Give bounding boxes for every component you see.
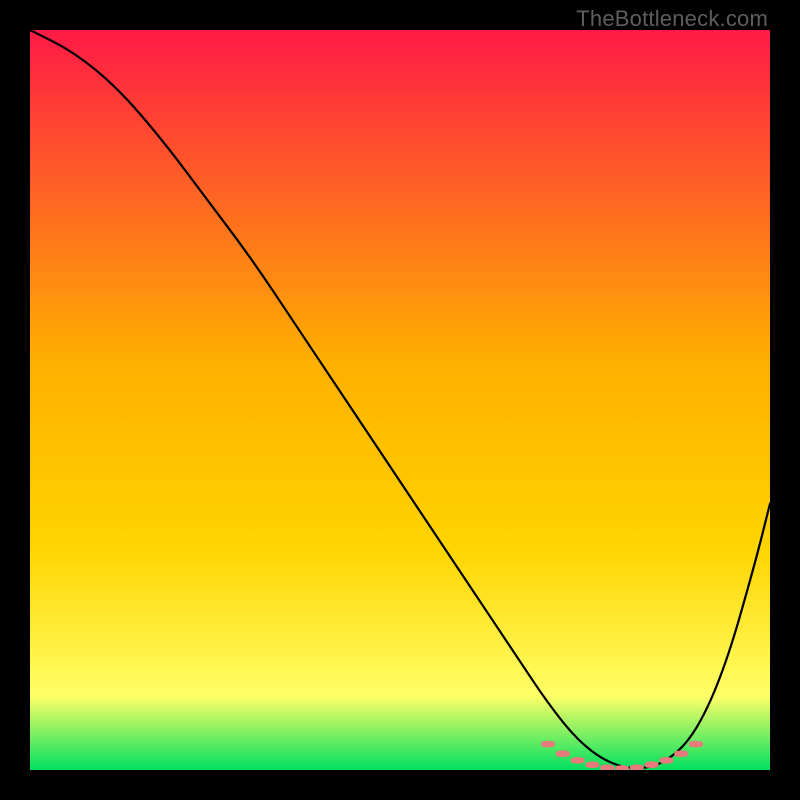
optimal-marker-dot <box>559 750 566 757</box>
optimal-marker-dot <box>693 741 700 748</box>
optimal-marker-dot <box>663 757 670 764</box>
optimal-marker-dot <box>678 750 685 757</box>
bottleneck-chart <box>30 30 770 770</box>
watermark-text: TheBottleneck.com <box>576 6 768 32</box>
chart-frame <box>30 30 770 770</box>
optimal-marker-dot <box>574 757 581 764</box>
gradient-background <box>30 30 770 770</box>
optimal-marker-dot <box>545 741 552 748</box>
optimal-marker-dot <box>648 761 655 768</box>
optimal-marker-dot <box>589 761 596 768</box>
